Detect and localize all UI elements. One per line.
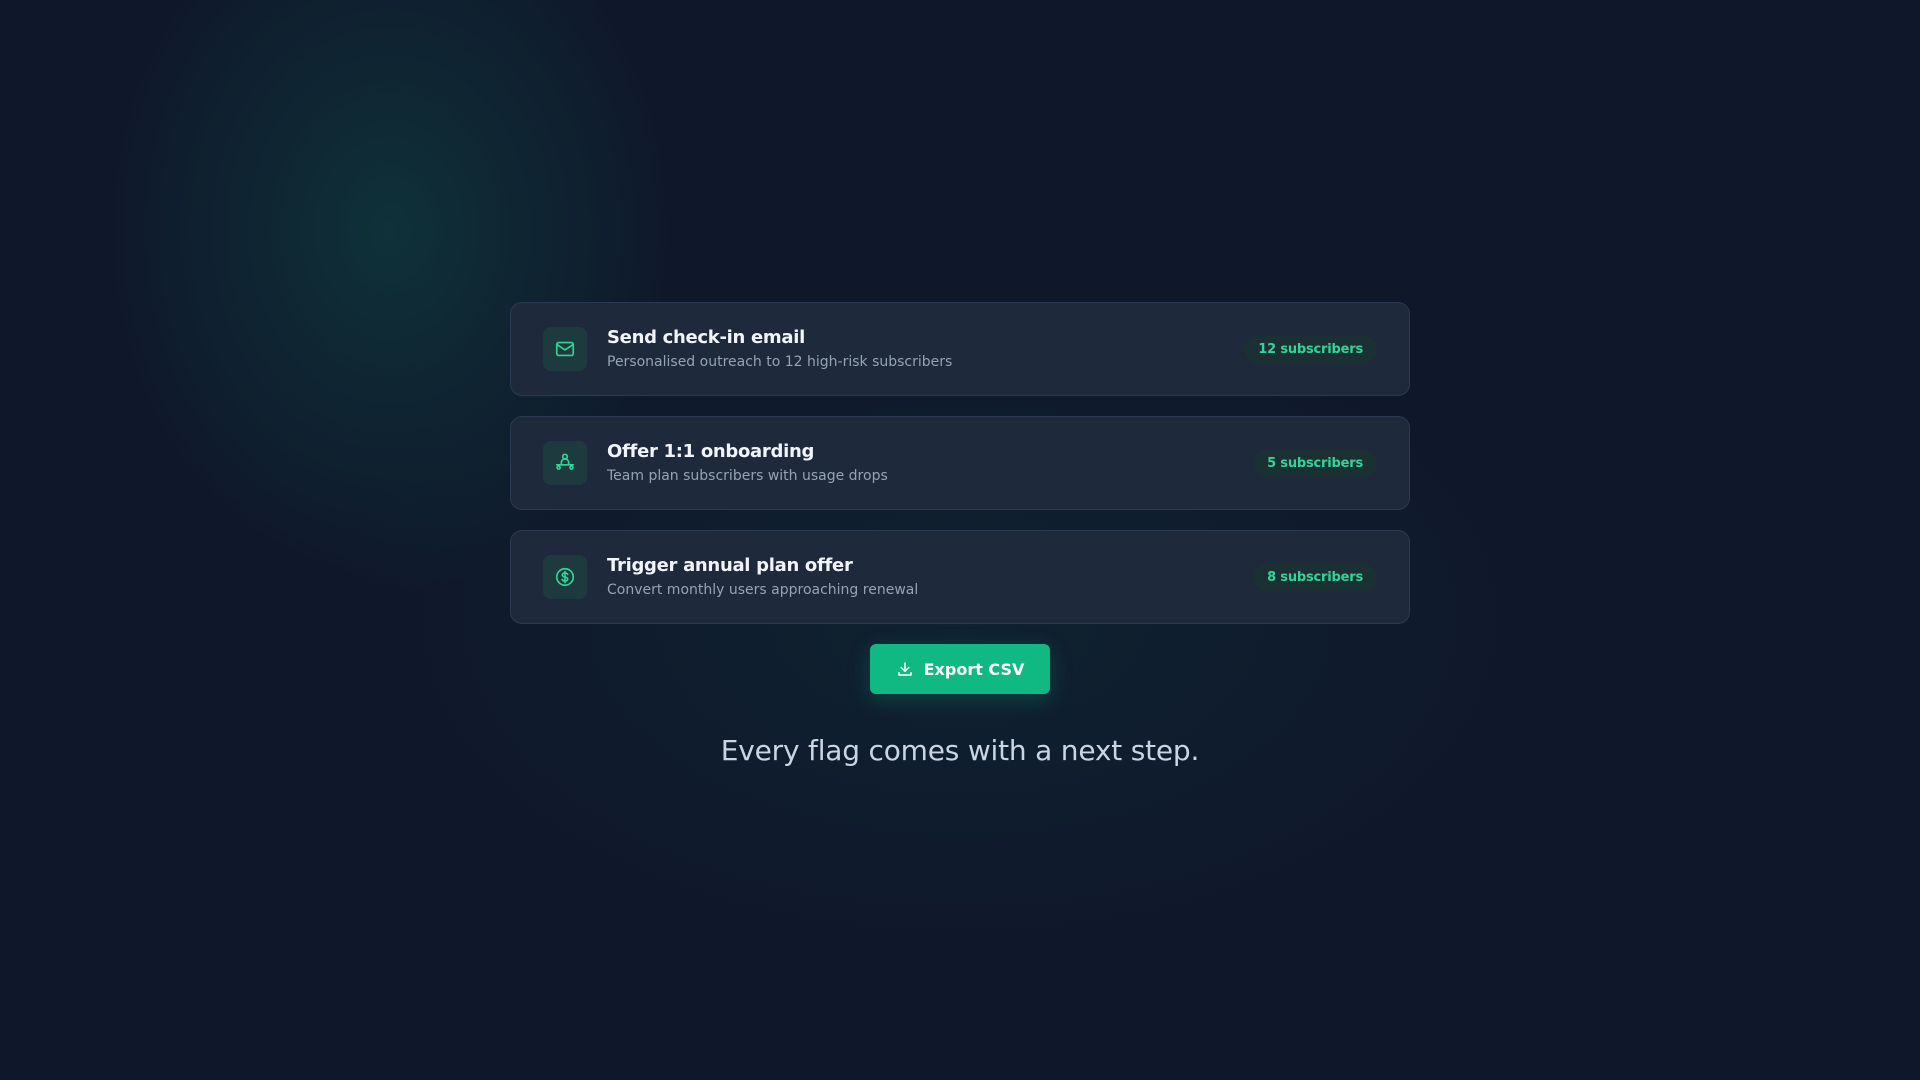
action-card-onboarding[interactable]: Offer 1:1 onboarding Team plan subscribe…	[510, 416, 1410, 510]
export-csv-label: Export CSV	[923, 659, 1025, 679]
action-text: Trigger annual plan offer Convert monthl…	[607, 555, 1253, 599]
action-text: Send check-in email Personalised outreac…	[607, 327, 1244, 371]
action-icon-tile	[543, 441, 587, 485]
action-list: Send check-in email Personalised outreac…	[510, 302, 1410, 767]
action-card-check-in-email[interactable]: Send check-in email Personalised outreac…	[510, 302, 1410, 396]
export-csv-button[interactable]: Export CSV	[870, 644, 1050, 694]
action-icon-tile	[543, 555, 587, 599]
mail-icon	[555, 341, 575, 357]
subscriber-count-badge: 5 subscribers	[1253, 449, 1377, 477]
action-subtitle: Personalised outreach to 12 high-risk su…	[607, 354, 953, 370]
action-subtitle: Convert monthly users approaching renewa…	[607, 582, 919, 598]
subscriber-count-badge: 12 subscribers	[1244, 335, 1377, 363]
action-title: Send check-in email	[607, 327, 805, 348]
download-icon	[897, 662, 912, 676]
action-text: Offer 1:1 onboarding Team plan subscribe…	[607, 441, 1253, 485]
action-icon-tile	[543, 327, 587, 371]
export-row: Export CSV	[510, 644, 1410, 694]
dollar-circle-icon	[555, 567, 575, 587]
action-card-annual-plan-offer[interactable]: Trigger annual plan offer Convert monthl…	[510, 530, 1410, 624]
action-title: Offer 1:1 onboarding	[607, 441, 815, 462]
action-title: Trigger annual plan offer	[607, 555, 853, 576]
subscriber-count-badge: 8 subscribers	[1253, 563, 1377, 591]
tagline: Every flag comes with a next step.	[720, 734, 1200, 767]
person-onboarding-icon	[555, 453, 575, 470]
action-subtitle: Team plan subscribers with usage drops	[607, 468, 888, 484]
